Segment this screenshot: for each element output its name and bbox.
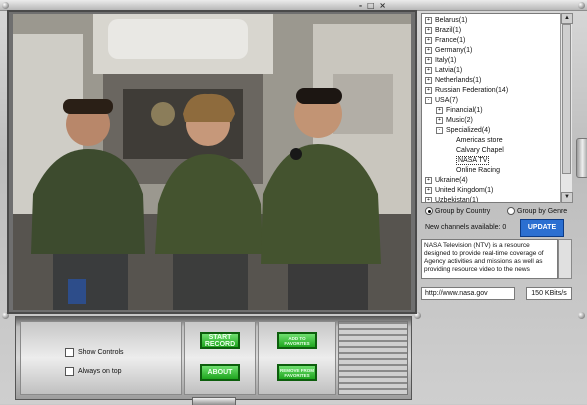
app-window: - □ × + Belarus(1) + Brazil(1) + France(…: [0, 0, 587, 405]
vent-grille: [338, 321, 408, 395]
show-controls-label: Show Controls: [78, 349, 124, 356]
group-by-genre-radio[interactable]: Group by Genre: [507, 207, 567, 215]
video-player[interactable]: [13, 14, 411, 310]
expand-icon[interactable]: +: [436, 106, 443, 114]
record-section: START RECORD ABOUT: [184, 321, 256, 395]
channel-tree-item[interactable]: + Uzbekistan(1): [425, 196, 479, 203]
maximize-icon[interactable]: □: [367, 1, 376, 10]
video-frame-image: [13, 14, 411, 310]
channel-tree-label: Uzbekistan(1): [435, 197, 479, 203]
expand-icon[interactable]: +: [436, 116, 443, 124]
options-section: Show Controls Always on top: [20, 321, 182, 395]
screw-icon: [2, 2, 9, 9]
add-favorites-button[interactable]: ADD TO FAVORITES: [277, 332, 317, 349]
channel-tree-item[interactable]: + Financial(1): [436, 106, 483, 115]
always-on-top-label: Always on top: [78, 368, 122, 375]
channel-url[interactable]: http://www.nasa.gov: [421, 287, 515, 300]
group-by-country-radio[interactable]: Group by Country: [425, 207, 490, 215]
channel-tree-item[interactable]: + Ukraine(4): [425, 176, 468, 185]
control-panel: Show Controls Always on top START RECORD…: [15, 316, 412, 400]
channel-tree-label: Belarus(1): [435, 17, 468, 24]
collapse-icon[interactable]: -: [436, 126, 443, 134]
always-on-top-checkbox[interactable]: Always on top: [65, 367, 122, 376]
checkbox-icon: [65, 348, 74, 357]
minimize-icon[interactable]: -: [359, 1, 363, 10]
channel-tree-item[interactable]: + Music(2): [436, 116, 473, 125]
channel-tree-item[interactable]: + United Kingdom(1): [425, 186, 493, 195]
channel-tree-label: Latvia(1): [435, 67, 463, 74]
channel-tree-item[interactable]: + Germany(1): [425, 46, 472, 55]
channel-tree-item[interactable]: + Italy(1): [425, 56, 456, 65]
channel-tree-item[interactable]: NASA TV: [447, 156, 490, 165]
channel-tree-item[interactable]: Americas store: [447, 136, 503, 145]
channel-tree-label: Specialized(4): [446, 127, 491, 134]
channel-tree-item[interactable]: + Netherlands(1): [425, 76, 481, 85]
scroll-down-icon[interactable]: ▼: [561, 192, 573, 203]
expand-icon[interactable]: +: [425, 46, 432, 54]
expand-icon[interactable]: +: [425, 176, 432, 184]
channel-tree-item[interactable]: + Brazil(1): [425, 26, 461, 35]
channel-tree-item[interactable]: Calvary Chapel: [447, 146, 504, 155]
channel-tree-label: Italy(1): [435, 57, 457, 64]
channel-tree-label: Financial(1): [446, 107, 483, 114]
description-scrollbar[interactable]: [558, 239, 572, 279]
channel-tree[interactable]: + Belarus(1) + Brazil(1) + France(1) + Germany(…: [421, 13, 572, 203]
channel-tree-item[interactable]: + Russian Federation(14): [425, 86, 508, 95]
expand-icon[interactable]: +: [425, 76, 432, 84]
channel-tree-item[interactable]: - Specialized(4): [436, 126, 490, 135]
collapse-icon[interactable]: -: [425, 96, 432, 104]
channel-tree-label: Netherlands(1): [435, 77, 482, 84]
channel-tree-label: Ukraine(4): [435, 177, 468, 184]
radio-empty-icon: [507, 207, 515, 215]
channel-tree-label: Russian Federation(14): [435, 87, 509, 94]
video-frame: [7, 10, 417, 314]
expand-icon[interactable]: +: [425, 86, 432, 94]
group-by-genre-label: Group by Genre: [517, 207, 568, 215]
expand-icon[interactable]: +: [425, 26, 432, 34]
channel-tree-label: Calvary Chapel: [456, 147, 504, 154]
channel-tree-item[interactable]: + Latvia(1): [425, 66, 462, 75]
about-button[interactable]: ABOUT: [200, 364, 240, 381]
start-record-button[interactable]: START RECORD: [200, 332, 240, 349]
expand-icon[interactable]: +: [425, 36, 432, 44]
radio-selected-icon: [425, 207, 433, 215]
channel-tree-label: Music(2): [446, 117, 473, 124]
channel-tree-label: Germany(1): [435, 47, 473, 54]
channel-tree-label: NASA TV: [456, 156, 490, 165]
scroll-thumb[interactable]: [562, 24, 571, 174]
channel-tree-label: Americas store: [456, 137, 503, 144]
group-by-country-label: Group by Country: [435, 207, 491, 215]
side-handle[interactable]: [576, 138, 587, 178]
expand-icon[interactable]: +: [425, 186, 432, 194]
channel-tree-item[interactable]: + Belarus(1): [425, 16, 467, 25]
expand-icon[interactable]: +: [425, 66, 432, 74]
channel-tree-label: France(1): [435, 37, 466, 44]
checkbox-icon: [65, 367, 74, 376]
favorites-section: ADD TO FAVORITES REMOVE FROM FAVORITES: [258, 321, 336, 395]
bitrate-display: 150 KBits/s: [526, 287, 572, 300]
channel-tree-scrollbar[interactable]: ▲ ▼: [560, 13, 573, 203]
scroll-up-icon[interactable]: ▲: [561, 13, 573, 24]
channel-tree-label: USA(7): [435, 97, 458, 104]
expand-icon[interactable]: +: [425, 16, 432, 24]
new-channels-status: New channels available: 0: [425, 224, 507, 231]
channel-tree-item[interactable]: + France(1): [425, 36, 465, 45]
channel-tree-item[interactable]: - USA(7): [425, 96, 458, 105]
channel-tree-label: Online Racing: [456, 167, 500, 174]
channel-tree-item[interactable]: Online Racing: [447, 166, 500, 175]
show-controls-checkbox[interactable]: Show Controls: [65, 348, 124, 357]
remove-favorites-button[interactable]: REMOVE FROM FAVORITES: [277, 364, 317, 381]
close-icon[interactable]: ×: [379, 1, 387, 10]
update-button[interactable]: UPDATE: [520, 219, 564, 237]
channel-description: NASA Television (NTV) is a resource desi…: [421, 239, 558, 279]
window-controls: - □ ×: [359, 1, 387, 10]
expand-icon[interactable]: +: [425, 196, 432, 202]
expand-icon[interactable]: +: [425, 56, 432, 64]
channel-tree-label: United Kingdom(1): [435, 187, 494, 194]
channel-tree-label: Brazil(1): [435, 27, 462, 34]
screw-icon: [578, 312, 585, 319]
screw-icon: [578, 2, 585, 9]
